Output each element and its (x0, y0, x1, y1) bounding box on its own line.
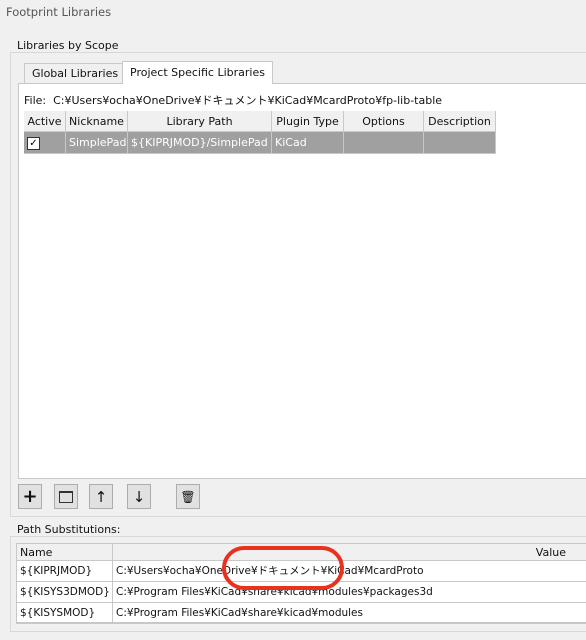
libraries-group-label: Libraries by Scope (15, 39, 121, 52)
add-icon: + (22, 486, 38, 507)
plugin-type-cell[interactable]: KiCad (272, 132, 344, 154)
move-up-button[interactable]: ↑ (89, 484, 113, 509)
tab-project-specific-libraries[interactable]: Project Specific Libraries (122, 61, 273, 84)
col-description[interactable]: Description (424, 111, 496, 132)
highlight-ellipse-annotation (222, 546, 344, 590)
delete-library-button[interactable]: 🗑 (176, 484, 200, 509)
col-library-path[interactable]: Library Path (128, 111, 272, 132)
options-cell[interactable] (344, 132, 424, 154)
checkbox-checked-icon[interactable]: ✓ (27, 137, 40, 150)
active-checkbox-cell[interactable]: ✓ (24, 132, 66, 154)
col-options[interactable]: Options (344, 111, 424, 132)
add-library-button[interactable]: + (18, 484, 42, 509)
move-down-button[interactable]: ↓ (127, 484, 151, 509)
library-path-cell[interactable]: ${KIPRJMOD}/SimplePad (128, 132, 272, 154)
arrow-down-icon: ↓ (132, 487, 146, 506)
arrow-up-icon: ↑ (94, 487, 108, 506)
col-value[interactable]: Value (113, 544, 586, 561)
trash-icon: 🗑 (180, 489, 196, 504)
folder-icon (59, 490, 73, 503)
nickname-cell[interactable]: SimplePad (66, 132, 128, 154)
window-title: Footprint Libraries (6, 5, 112, 19)
path-value-cell[interactable]: C:¥Users¥ocha¥OneDrive¥ドキュメント¥KiCad¥Mcar… (113, 561, 586, 582)
path-value-cell[interactable]: C:¥Program Files¥KiCad¥share¥kicad¥modul… (113, 603, 586, 623)
tab-global-libraries[interactable]: Global Libraries (24, 63, 127, 83)
library-table[interactable]: Active Nickname Library Path Plugin Type… (24, 111, 586, 476)
col-nickname[interactable]: Nickname (66, 111, 128, 132)
col-active[interactable]: Active (24, 111, 66, 132)
file-path-value: C:¥Users¥ocha¥OneDrive¥ドキュメント¥KiCad¥Mcar… (53, 94, 443, 107)
file-label: File: (24, 94, 47, 107)
file-path: File: C:¥Users¥ocha¥OneDrive¥ドキュメント¥KiCa… (24, 92, 442, 108)
path-substitutions-label: Path Substitutions: (15, 523, 123, 536)
path-value-cell[interactable]: C:¥Program Files¥KiCad¥share¥kicad¥modul… (113, 582, 586, 603)
col-plugin-type[interactable]: Plugin Type (272, 111, 344, 132)
description-cell[interactable] (424, 132, 496, 154)
col-name[interactable]: Name (17, 544, 113, 561)
path-name-cell[interactable]: ${KISYSMOD} (17, 603, 113, 623)
path-name-cell[interactable]: ${KIPRJMOD} (17, 561, 113, 582)
browse-library-button[interactable] (54, 484, 78, 509)
path-name-cell[interactable]: ${KISYS3DMOD} (17, 582, 113, 603)
